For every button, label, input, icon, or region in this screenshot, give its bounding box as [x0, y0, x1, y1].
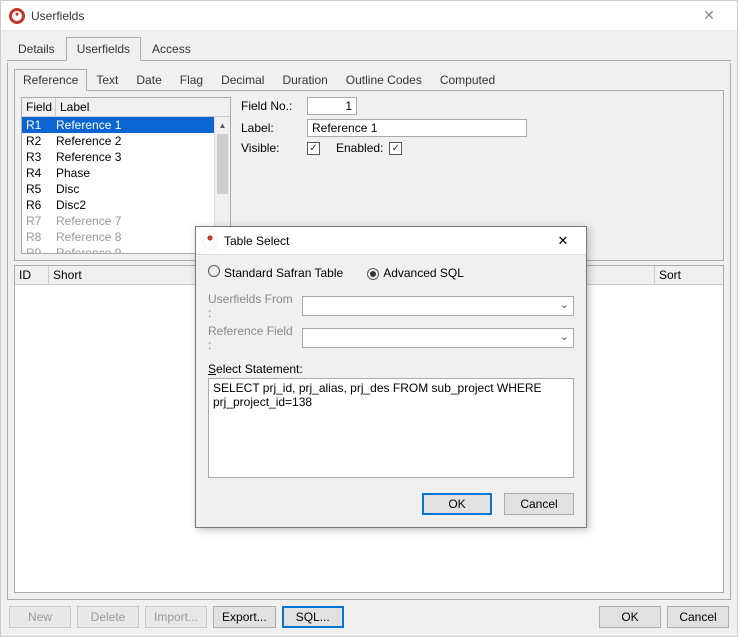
table-select-dialog: Table Select ✕ Standard Safran Table Adv… — [195, 226, 587, 528]
field-row[interactable]: R5Disc — [22, 181, 230, 197]
window-title: Userfields — [31, 9, 84, 23]
reference-field-label: Reference Field : — [208, 324, 298, 352]
scroll-thumb[interactable] — [217, 134, 228, 194]
new-button: New — [9, 606, 71, 628]
dialog-cancel-button[interactable]: Cancel — [504, 493, 574, 515]
dialog-logo-icon — [202, 233, 218, 249]
footer-buttons: New Delete Import... Export... SQL... OK… — [7, 600, 731, 630]
sub-tabstrip: Reference Text Date Flag Decimal Duratio… — [14, 69, 724, 91]
subtab-decimal[interactable]: Decimal — [212, 69, 273, 91]
subtab-outline-codes[interactable]: Outline Codes — [337, 69, 431, 91]
dialog-ok-button[interactable]: OK — [422, 493, 492, 515]
field-row[interactable]: R1Reference 1 — [22, 117, 230, 133]
userfields-from-label: Userfields From : — [208, 292, 298, 320]
subtab-reference[interactable]: Reference — [14, 69, 87, 91]
titlebar: Userfields ✕ — [1, 1, 737, 31]
main-tabstrip: Details Userfields Access — [7, 37, 731, 61]
cancel-button[interactable]: Cancel — [667, 606, 729, 628]
field-row[interactable]: R2Reference 2 — [22, 133, 230, 149]
field-row[interactable]: R3Reference 3 — [22, 149, 230, 165]
scroll-up-icon[interactable]: ▲ — [215, 117, 230, 133]
radio-advanced-sql[interactable]: Advanced SQL — [367, 266, 464, 280]
sql-button[interactable]: SQL... — [282, 606, 344, 628]
subtab-text[interactable]: Text — [87, 69, 127, 91]
dialog-titlebar: Table Select ✕ — [196, 227, 586, 255]
close-icon[interactable]: ✕ — [689, 2, 729, 30]
userfields-from-combo[interactable] — [302, 296, 574, 316]
app-logo-icon — [9, 8, 25, 24]
export-button[interactable]: Export... — [213, 606, 276, 628]
field-row[interactable]: R4Phase — [22, 165, 230, 181]
field-no-label: Field No.: — [241, 99, 301, 113]
field-list-header: Field Label — [22, 98, 230, 117]
tab-details[interactable]: Details — [7, 37, 66, 61]
reference-field-combo[interactable] — [302, 328, 574, 348]
enabled-label: Enabled: — [336, 141, 383, 155]
import-button: Import... — [145, 606, 207, 628]
field-list-header-label[interactable]: Label — [56, 98, 230, 116]
delete-button: Delete — [77, 606, 139, 628]
field-no-input[interactable]: 1 — [307, 97, 357, 115]
subtab-flag[interactable]: Flag — [171, 69, 212, 91]
subtab-date[interactable]: Date — [127, 69, 170, 91]
dialog-close-icon[interactable]: ✕ — [546, 229, 580, 253]
label-input[interactable]: Reference 1 — [307, 119, 527, 137]
label-label: Label: — [241, 121, 301, 135]
dialog-body: Standard Safran Table Advanced SQL Userf… — [196, 255, 586, 527]
select-statement-label: Select Statement: — [208, 362, 574, 376]
tab-access[interactable]: Access — [141, 37, 202, 61]
subtab-computed[interactable]: Computed — [431, 69, 504, 91]
values-header-sort[interactable]: Sort — [655, 266, 723, 284]
ok-button[interactable]: OK — [599, 606, 661, 628]
field-list-header-field[interactable]: Field — [22, 98, 56, 116]
subtab-duration[interactable]: Duration — [273, 69, 336, 91]
dialog-title: Table Select — [224, 234, 289, 248]
visible-checkbox[interactable]: ✓ — [307, 142, 320, 155]
values-header-id[interactable]: ID — [15, 266, 49, 284]
enabled-checkbox[interactable]: ✓ — [389, 142, 402, 155]
tab-userfields[interactable]: Userfields — [66, 37, 141, 61]
visible-label: Visible: — [241, 141, 301, 155]
radio-standard-safran[interactable]: Standard Safran Table — [208, 265, 343, 280]
select-statement-textarea[interactable] — [208, 378, 574, 478]
field-row[interactable]: R6Disc2 — [22, 197, 230, 213]
